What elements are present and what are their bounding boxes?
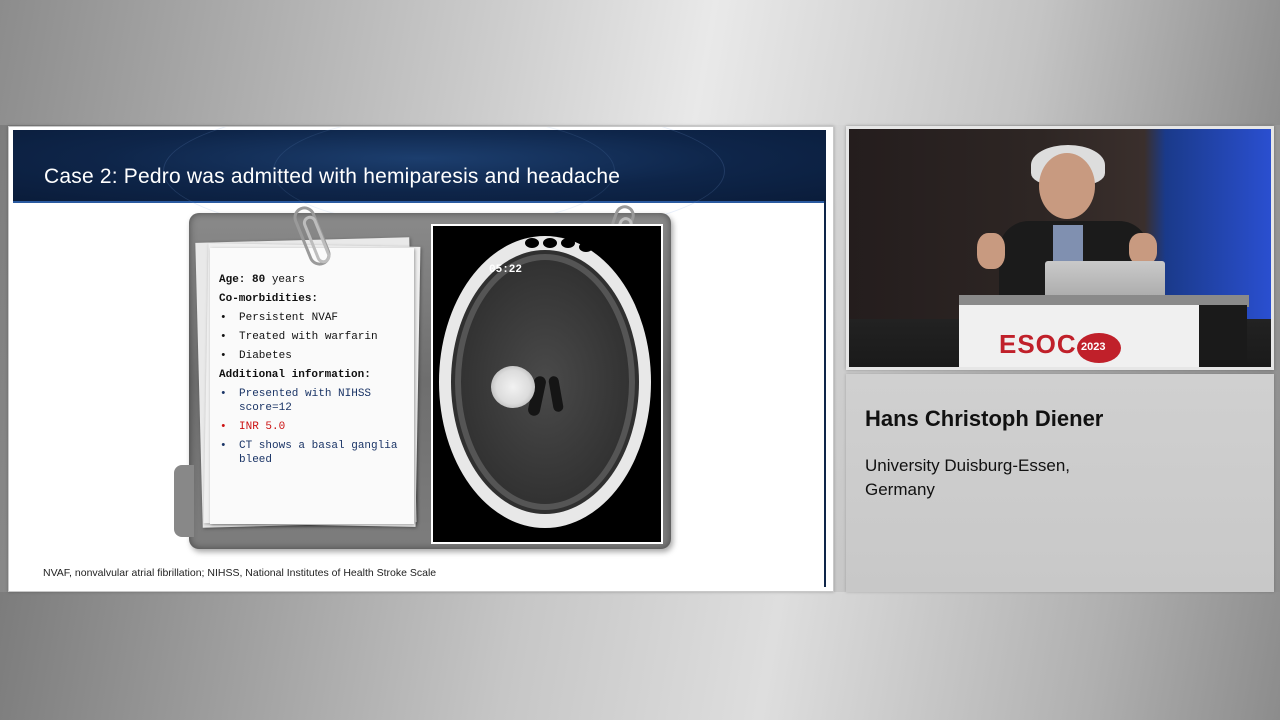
patient-card-text: Age: 80 years Co-morbidities: • Persisten…: [219, 273, 415, 472]
podium-side: [1199, 305, 1247, 367]
comorbidities-heading: Co-morbidities:: [219, 293, 319, 305]
additional-info-item: • Presented with NIHSS score=12: [220, 388, 372, 414]
slide-header-banner: Case 2: Pedro was admitted with hemipare…: [13, 127, 826, 242]
esoc-logo-year: 2023: [1081, 341, 1106, 353]
speaker-info-panel: Hans Christoph Diener University Duisbur…: [846, 374, 1274, 592]
podium: [959, 305, 1199, 367]
age-line: Age: 80 years: [219, 273, 415, 287]
presentation-slide: Case 2: Pedro was admitted with hemipare…: [8, 126, 834, 592]
age-label: Age:: [219, 274, 246, 286]
ct-timestamp: 05:22: [489, 264, 523, 276]
speaker-shirt: [1053, 225, 1083, 265]
additional-info-item-highlight: • INR 5.0: [220, 421, 286, 433]
comorbidity-item: • Treated with warfarin: [220, 331, 378, 343]
additional-info-heading: Additional information:: [219, 369, 371, 381]
slide-right-rule: [824, 201, 826, 587]
bullet-icon: •: [220, 312, 227, 324]
background-top: [0, 0, 1280, 125]
bullet-icon: •: [220, 440, 227, 452]
ct-scan-image: 05:22: [431, 224, 663, 544]
bullet-icon: •: [220, 331, 227, 343]
comorbidity-item: • Diabetes: [220, 350, 292, 362]
age-value: 80: [252, 274, 266, 286]
speaker-name: Hans Christoph Diener: [865, 406, 1104, 431]
ct-sinus: [579, 242, 593, 252]
ct-hemorrhage: [491, 366, 535, 408]
speaker-hand: [977, 233, 1005, 269]
ct-sinus: [561, 238, 575, 248]
clipboard-tab: [174, 465, 194, 537]
slide-title: Case 2: Pedro was admitted with hemipare…: [44, 165, 621, 188]
speaker-video: ESOC 2023: [849, 129, 1271, 367]
ct-sinus: [543, 238, 557, 248]
ct-sinus: [525, 238, 539, 248]
speaker-head: [1039, 153, 1095, 219]
slide-footnote: NVAF, nonvalvular atrial fibrillation; N…: [43, 567, 437, 579]
speaker-country: Germany: [865, 480, 935, 499]
bullet-icon: •: [220, 388, 227, 400]
additional-info-item: • CT shows a basal ganglia bleed: [220, 440, 398, 466]
background-bottom: [0, 592, 1280, 720]
bullet-icon: •: [220, 350, 227, 362]
speaker-video-frame: ESOC 2023: [846, 126, 1274, 370]
comorbidity-item: • Persistent NVAF: [220, 312, 339, 324]
speaker-affiliation: University Duisburg-Essen,: [865, 456, 1071, 475]
age-unit: years: [271, 274, 305, 286]
esoc-logo: ESOC: [999, 329, 1077, 359]
bullet-icon: •: [220, 421, 227, 433]
